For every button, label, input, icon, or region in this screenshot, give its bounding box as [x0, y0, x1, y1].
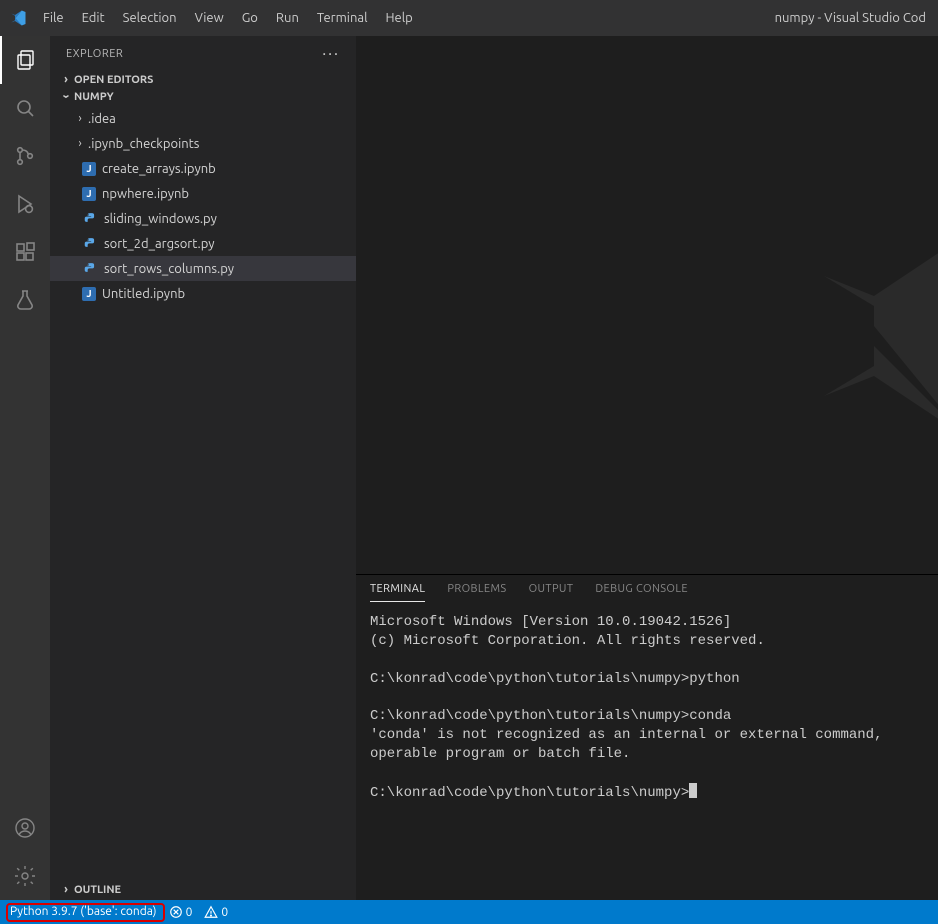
- project-section[interactable]: › NUMPY: [50, 88, 356, 105]
- tree-file[interactable]: sort_rows_columns.py: [50, 256, 356, 281]
- notebook-file-icon: J: [82, 162, 96, 176]
- tree-item-label: Untitled.ipynb: [102, 287, 185, 301]
- chevron-right-icon: ›: [74, 112, 86, 125]
- tree-file[interactable]: J npwhere.ipynb: [50, 181, 356, 206]
- python-file-icon: [82, 261, 98, 277]
- chevron-right-icon: ›: [74, 137, 86, 150]
- tree-file[interactable]: sliding_windows.py: [50, 206, 356, 231]
- activity-bar: [0, 36, 50, 900]
- menu-view[interactable]: View: [186, 5, 233, 31]
- explorer-sidebar: EXPLORER ··· › OPEN EDITORS › NUMPY › .i…: [50, 36, 356, 900]
- explorer-title: EXPLORER: [66, 48, 322, 60]
- warnings-count: 0: [221, 906, 228, 919]
- window-title: numpy - Visual Studio Cod: [775, 11, 930, 25]
- explorer-icon[interactable]: [0, 36, 50, 84]
- tree-item-label: .idea: [88, 112, 116, 126]
- tree-folder[interactable]: › .ipynb_checkpoints: [50, 131, 356, 156]
- tree-file[interactable]: J create_arrays.ipynb: [50, 156, 356, 181]
- more-actions-icon[interactable]: ···: [322, 45, 340, 63]
- tree-file[interactable]: J Untitled.ipynb: [50, 281, 356, 306]
- terminal[interactable]: Microsoft Windows [Version 10.0.19042.15…: [356, 609, 938, 900]
- accounts-icon[interactable]: [0, 804, 50, 852]
- menu-file[interactable]: File: [34, 5, 73, 31]
- project-name: NUMPY: [74, 91, 114, 103]
- tree-item-label: sliding_windows.py: [104, 212, 217, 226]
- panel: TERMINAL PROBLEMS OUTPUT DEBUG CONSOLE M…: [356, 574, 938, 900]
- extensions-icon[interactable]: [0, 228, 50, 276]
- menu-help[interactable]: Help: [376, 5, 421, 31]
- testing-icon[interactable]: [0, 276, 50, 324]
- outline-label: OUTLINE: [74, 884, 121, 896]
- status-warnings[interactable]: 0: [204, 905, 228, 919]
- menu: File Edit Selection View Go Run Terminal…: [34, 5, 422, 31]
- tab-debug-console[interactable]: DEBUG CONSOLE: [595, 583, 688, 601]
- chevron-right-icon: ›: [60, 73, 72, 86]
- tab-output[interactable]: OUTPUT: [529, 583, 574, 601]
- title-bar: File Edit Selection View Go Run Terminal…: [0, 0, 938, 36]
- editor-group: TERMINAL PROBLEMS OUTPUT DEBUG CONSOLE M…: [356, 36, 938, 900]
- menu-terminal[interactable]: Terminal: [308, 5, 377, 31]
- warning-icon: [204, 905, 218, 919]
- status-bar: Python 3.9.7 ('base': conda) 0 0: [0, 900, 938, 924]
- search-icon[interactable]: [0, 84, 50, 132]
- file-tree: › .idea › .ipynb_checkpoints J create_ar…: [50, 105, 356, 879]
- python-file-icon: [82, 236, 98, 252]
- menu-selection[interactable]: Selection: [114, 5, 186, 31]
- tree-folder[interactable]: › .idea: [50, 106, 356, 131]
- empty-editor: [356, 36, 938, 574]
- open-editors-section[interactable]: › OPEN EDITORS: [50, 71, 356, 88]
- errors-count: 0: [186, 906, 193, 919]
- run-debug-icon[interactable]: [0, 180, 50, 228]
- notebook-file-icon: J: [82, 187, 96, 201]
- tree-item-label: sort_2d_argsort.py: [104, 237, 215, 251]
- tree-file[interactable]: sort_2d_argsort.py: [50, 231, 356, 256]
- menu-go[interactable]: Go: [233, 5, 267, 31]
- source-control-icon[interactable]: [0, 132, 50, 180]
- notebook-file-icon: J: [82, 287, 96, 301]
- settings-gear-icon[interactable]: [0, 852, 50, 900]
- python-file-icon: [82, 211, 98, 227]
- menu-edit[interactable]: Edit: [73, 5, 114, 31]
- tree-item-label: create_arrays.ipynb: [102, 162, 216, 176]
- python-interpreter[interactable]: Python 3.9.7 ('base': conda): [6, 903, 165, 922]
- tree-item-label: sort_rows_columns.py: [104, 262, 234, 276]
- status-errors[interactable]: 0: [169, 905, 193, 919]
- panel-tabs: TERMINAL PROBLEMS OUTPUT DEBUG CONSOLE: [356, 575, 938, 609]
- tree-item-label: .ipynb_checkpoints: [88, 137, 199, 151]
- interpreter-label: Python 3.9.7 ('base': conda): [10, 905, 157, 918]
- vscode-watermark-icon: [794, 216, 938, 456]
- tree-item-label: npwhere.ipynb: [102, 187, 189, 201]
- menu-run[interactable]: Run: [267, 5, 308, 31]
- terminal-cursor: [689, 783, 697, 798]
- vscode-logo-icon: [8, 8, 28, 28]
- outline-section[interactable]: › OUTLINE: [50, 879, 356, 900]
- tab-terminal[interactable]: TERMINAL: [370, 583, 425, 602]
- open-editors-label: OPEN EDITORS: [74, 74, 153, 86]
- tab-problems[interactable]: PROBLEMS: [447, 583, 506, 601]
- chevron-right-icon: ›: [60, 883, 72, 896]
- chevron-down-icon: ›: [60, 91, 73, 103]
- error-icon: [169, 905, 183, 919]
